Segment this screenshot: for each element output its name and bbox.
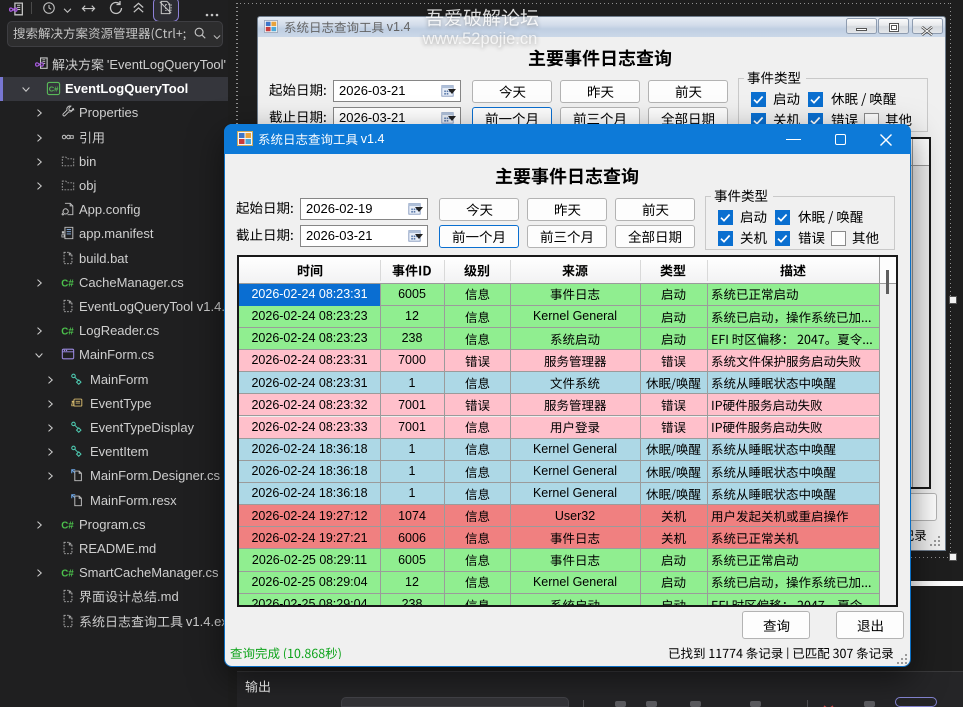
svg-text:C#: C# bbox=[61, 520, 74, 531]
svg-text:C#: C# bbox=[61, 278, 74, 289]
svg-text:C#: C# bbox=[61, 568, 74, 579]
svg-text:C#: C# bbox=[49, 84, 59, 93]
svg-text:C#: C# bbox=[61, 326, 74, 337]
